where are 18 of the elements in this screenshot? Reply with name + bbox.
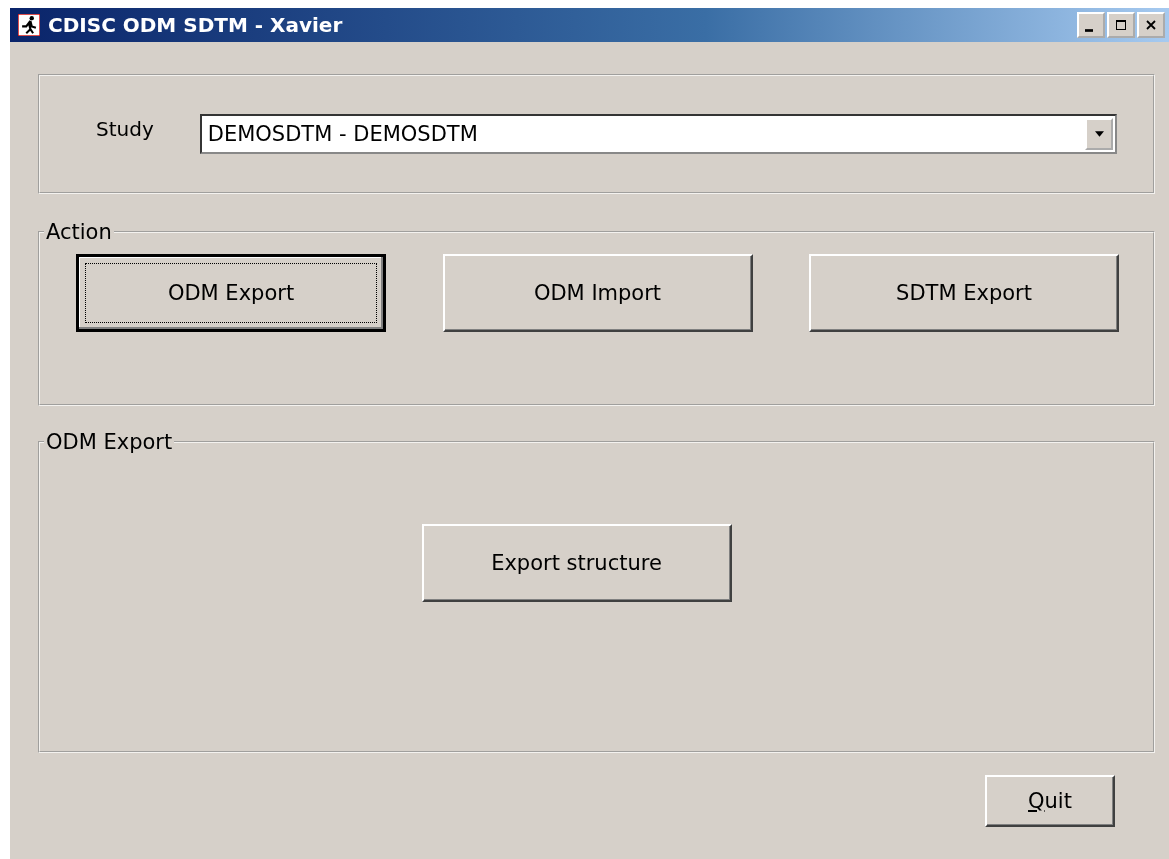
close-icon xyxy=(1145,19,1157,31)
action-button[interactable]: SDTM Export xyxy=(809,254,1119,332)
group-title: ODM Export xyxy=(45,430,174,454)
runner-icon xyxy=(18,14,40,36)
dropdown-arrow-icon xyxy=(1094,131,1104,137)
window-title: CDISC ODM SDTM - Xavier xyxy=(48,13,344,37)
maximize-icon xyxy=(1115,19,1127,31)
close-button[interactable] xyxy=(1137,12,1165,38)
maximize-button[interactable] xyxy=(1107,12,1135,38)
study-label: Study xyxy=(96,117,154,141)
group-title: Action xyxy=(45,220,113,244)
action-button[interactable]: ODM Export xyxy=(76,254,386,332)
quit-button[interactable]: Quit xyxy=(985,775,1115,827)
action-button[interactable]: ODM Import xyxy=(442,254,753,332)
export-structure-button[interactable]: Export structure xyxy=(421,524,732,602)
minimize-icon xyxy=(1085,28,1093,32)
minimize-button[interactable] xyxy=(1077,12,1105,38)
study-dropdown[interactable]: DEMOSDTM - DEMOSDTM xyxy=(199,114,1117,154)
